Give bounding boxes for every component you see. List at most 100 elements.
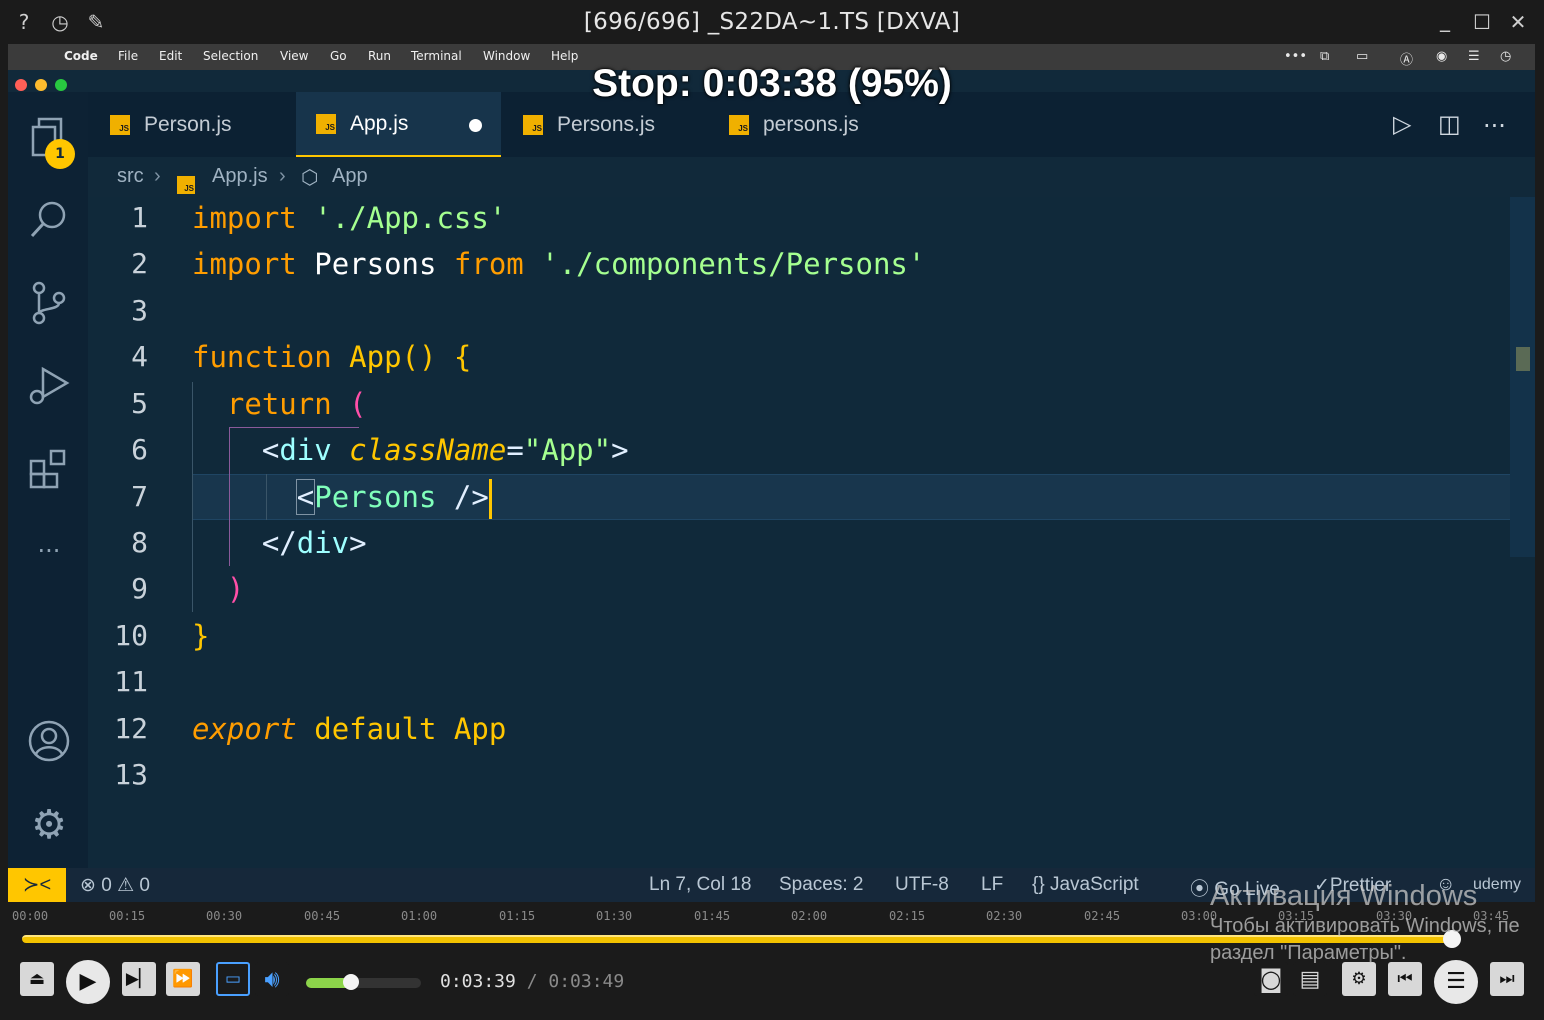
line-number: 8: [131, 526, 148, 559]
activation-line: раздел "Параметры".: [1210, 942, 1407, 964]
encoding[interactable]: UTF-8: [895, 874, 949, 896]
timeline-tick: 01:15: [499, 909, 536, 923]
timeline-tick: 02:00: [791, 909, 828, 923]
settings-gear-icon[interactable]: ⚙: [26, 802, 72, 848]
line-number: 3: [131, 294, 148, 327]
playlist-button[interactable]: ☰: [1434, 960, 1478, 1004]
menu-item-file[interactable]: File: [118, 49, 138, 63]
minimap-scrollbar[interactable]: [1510, 197, 1535, 557]
chevron-right-icon: ›: [154, 165, 161, 187]
line-number: 7: [131, 480, 148, 513]
tab-label: persons.js: [763, 112, 859, 136]
line-number: 10: [114, 619, 148, 652]
token-keyword: from: [453, 247, 524, 281]
tab-label: App.js: [350, 111, 409, 135]
js-file-icon: JS: [110, 114, 130, 135]
token-punctuation: >: [611, 433, 629, 467]
eject-button[interactable]: ⏏: [20, 962, 54, 996]
indentation[interactable]: Spaces: 2: [779, 874, 864, 896]
token-keyword: default: [314, 712, 437, 746]
code-line-1: import './App.css': [192, 195, 506, 241]
code-line-4: function App() {: [192, 334, 471, 380]
source-control-icon[interactable]: [26, 280, 72, 326]
code-line-5: return (: [192, 381, 367, 427]
timeline-tick: 00:00: [12, 909, 49, 923]
token-keyword: return: [226, 387, 332, 421]
menu-item-edit[interactable]: Edit: [159, 49, 182, 63]
menu-item-selection[interactable]: Selection: [203, 49, 258, 63]
total-time: 0:03:49: [548, 971, 625, 992]
token-string: "App": [523, 433, 612, 467]
token-brace: }: [192, 619, 210, 653]
token-keyword: function: [192, 340, 332, 374]
play-button[interactable]: ▶: [66, 960, 110, 1004]
split-editor-icon[interactable]: ◫: [1438, 110, 1461, 138]
timeline-tick: 02:15: [889, 909, 926, 923]
token-tag: div: [296, 526, 350, 560]
windows-activation-watermark: Активация Windows Чтобы активировать Win…: [1210, 880, 1520, 965]
settings-gear-icon[interactable]: ⚙: [1342, 962, 1376, 996]
line-number: 4: [131, 340, 148, 373]
timeline-tick: 00:15: [109, 909, 146, 923]
tab-label: Persons.js: [557, 112, 656, 136]
more-actions-icon[interactable]: ···: [1483, 112, 1506, 140]
volume-handle[interactable]: [343, 974, 359, 990]
menu-item-help[interactable]: Help: [551, 49, 578, 63]
breadcrumb-folder[interactable]: src: [117, 165, 144, 188]
token-keyword: import: [192, 247, 297, 281]
timeline-tick: 02:30: [986, 909, 1023, 923]
current-time: 0:03:39: [440, 971, 516, 992]
code-line-8: </div>: [192, 520, 367, 566]
breadcrumb-symbol[interactable]: App: [332, 165, 368, 188]
error-count: 0: [101, 875, 112, 896]
timeline-tick: 01:00: [401, 909, 438, 923]
menu-item-view[interactable]: View: [280, 49, 308, 63]
line-number: 6: [131, 433, 148, 466]
menu-item-go[interactable]: Go: [330, 49, 347, 63]
line-number: 11: [114, 665, 148, 698]
more-views-icon[interactable]: ···: [26, 528, 72, 574]
maximize-icon[interactable]: ☐: [1470, 10, 1494, 34]
token-paren: ): [226, 572, 245, 606]
warning-icon: ⚠: [117, 875, 135, 896]
end-of-line[interactable]: LF: [981, 874, 1003, 896]
run-file-icon[interactable]: ▷: [1393, 110, 1411, 138]
step-frame-button[interactable]: ▶▏: [122, 962, 156, 996]
token-punctuation: =: [506, 433, 524, 467]
unsaved-dot-icon[interactable]: [469, 119, 482, 132]
chevron-right-icon: ›: [279, 165, 286, 187]
token-punctuation: >: [349, 526, 367, 560]
minimize-icon[interactable]: _: [1433, 8, 1457, 32]
next-button[interactable]: ⏭: [1490, 962, 1524, 996]
run-debug-icon[interactable]: [26, 362, 72, 408]
problems-indicator[interactable]: ⊗ 0 ⚠ 0: [80, 874, 150, 897]
menu-app-name[interactable]: Code: [64, 49, 98, 63]
timeline-tick: 00:45: [304, 909, 341, 923]
token-keyword: export: [192, 712, 297, 746]
line-number: 2: [131, 247, 148, 280]
close-icon[interactable]: ✕: [1506, 10, 1530, 34]
menu-item-window[interactable]: Window: [483, 49, 530, 63]
menu-item-terminal[interactable]: Terminal: [411, 49, 462, 63]
menu-item-run[interactable]: Run: [368, 49, 391, 63]
remote-icon[interactable]: ≻<: [8, 868, 66, 902]
breadcrumb: src › JS App.js › ⬡ App: [88, 157, 1535, 197]
search-icon[interactable]: [26, 196, 72, 242]
previous-button[interactable]: ⏮: [1388, 962, 1422, 996]
volume-slider[interactable]: [306, 978, 421, 988]
token-component: Persons: [314, 480, 437, 514]
js-file-icon: JS: [523, 114, 543, 135]
camera-icon[interactable]: ◙: [1254, 962, 1288, 996]
js-file-icon: JS: [316, 113, 336, 134]
film-icon[interactable]: ▤: [1293, 962, 1327, 996]
fast-forward-button[interactable]: ⏩: [166, 962, 200, 996]
extensions-icon[interactable]: [26, 446, 72, 492]
volume-icon[interactable]: 🔊︎: [255, 962, 289, 996]
cursor-position[interactable]: Ln 7, Col 18: [649, 874, 751, 896]
language-mode[interactable]: {} JavaScript: [1032, 874, 1139, 896]
token-identifier: Persons: [314, 247, 437, 281]
breadcrumb-file[interactable]: App.js: [212, 165, 268, 188]
subtitles-icon[interactable]: ▭: [216, 962, 250, 996]
account-icon[interactable]: [26, 718, 72, 764]
player-title: [696/696] _S22DA~1.TS [DXVA]: [583, 9, 961, 35]
